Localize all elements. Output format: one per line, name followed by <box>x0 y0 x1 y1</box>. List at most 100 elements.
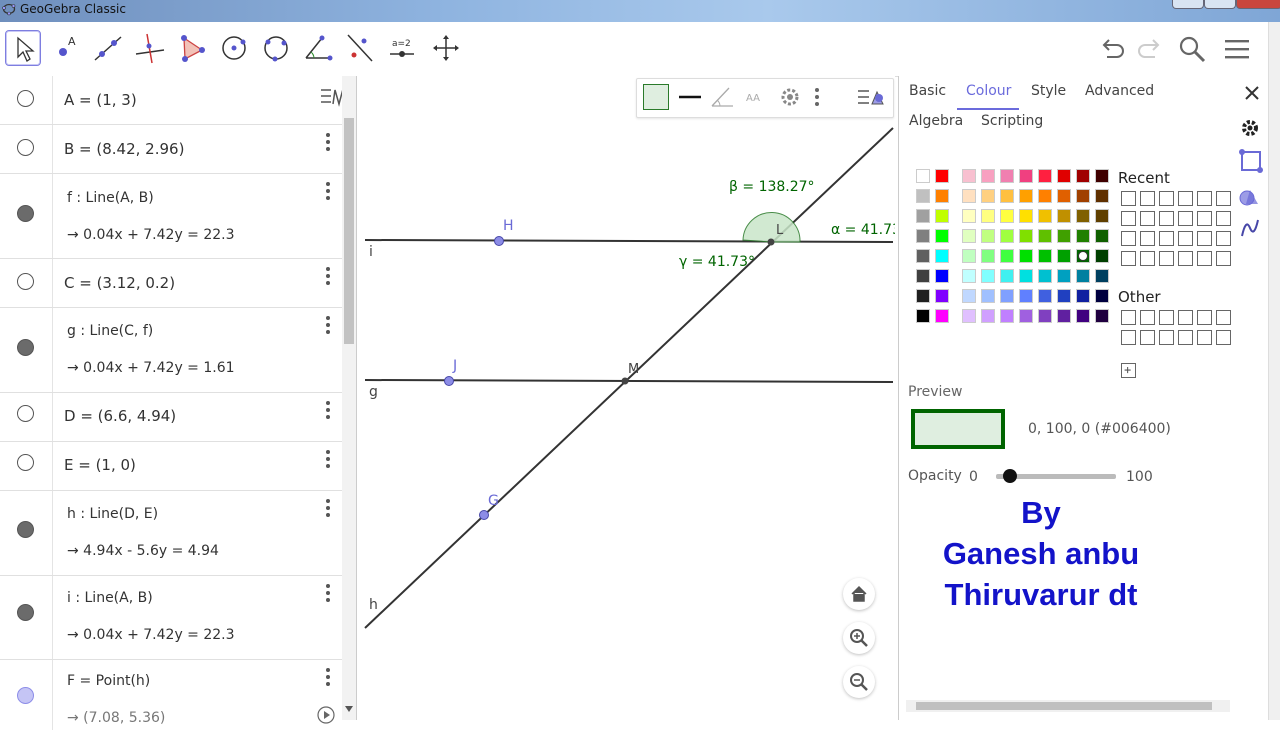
custom-colour-slot[interactable] <box>1159 251 1174 266</box>
row-menu-icon[interactable] <box>326 133 330 151</box>
opacity-slider-track[interactable] <box>996 469 1116 483</box>
properties-horizontal-scrollbar-thumb[interactable] <box>916 702 1212 710</box>
palette-cell[interactable] <box>1019 189 1033 203</box>
palette-cell[interactable] <box>1095 269 1109 283</box>
custom-colour-slot[interactable] <box>1197 251 1212 266</box>
palette-cell[interactable] <box>1019 289 1033 303</box>
algebra-row-C[interactable]: C = (3.12, 0.2) <box>0 259 342 308</box>
custom-colour-slot[interactable] <box>1159 191 1174 206</box>
palette-cell[interactable] <box>1000 169 1014 183</box>
custom-colour-slot[interactable] <box>1159 231 1174 246</box>
palette-cell[interactable] <box>981 189 995 203</box>
circle-three-points-tool-button[interactable] <box>258 30 294 66</box>
window-close-button[interactable] <box>1236 0 1280 9</box>
palette-cell[interactable] <box>1019 229 1033 243</box>
palette-cell[interactable] <box>916 189 930 203</box>
palette-cell[interactable] <box>1038 229 1052 243</box>
add-custom-colour-button[interactable] <box>1121 363 1136 378</box>
row-menu-icon[interactable] <box>326 316 330 334</box>
palette-cell[interactable] <box>935 289 949 303</box>
row-menu-icon[interactable] <box>326 182 330 200</box>
custom-colour-slot[interactable] <box>1216 251 1231 266</box>
palette-cell[interactable] <box>1038 169 1052 183</box>
algebra-row-i[interactable]: i : Line(A, B) → 0.04x + 7.42y = 22.3 <box>0 576 342 660</box>
palette-cell[interactable] <box>981 229 995 243</box>
algebra-row-h[interactable]: h : Line(D, E) → 4.94x - 5.6y = 4.94 <box>0 491 342 576</box>
palette-cell[interactable] <box>1095 289 1109 303</box>
palette-cell[interactable] <box>1000 289 1014 303</box>
row-menu-icon[interactable] <box>326 584 330 602</box>
visibility-toggle[interactable] <box>17 205 34 222</box>
custom-colour-slot[interactable] <box>1216 330 1231 345</box>
point-G[interactable] <box>479 510 489 520</box>
perpendicular-tool-button[interactable] <box>132 30 168 66</box>
custom-colour-slot[interactable] <box>1197 191 1212 206</box>
palette-cell[interactable] <box>1076 309 1090 323</box>
point-tool-button[interactable]: A <box>49 30 85 66</box>
palette-cell[interactable] <box>1095 209 1109 223</box>
visibility-toggle[interactable] <box>17 405 34 422</box>
row-menu-icon[interactable] <box>326 499 330 517</box>
point-L[interactable] <box>767 238 775 246</box>
palette-cell[interactable] <box>916 289 930 303</box>
palette-cell[interactable] <box>1019 309 1033 323</box>
zoom-in-button[interactable] <box>843 622 875 654</box>
visibility-toggle[interactable] <box>17 273 34 290</box>
point-J[interactable] <box>444 376 454 386</box>
palette-cell[interactable] <box>962 229 976 243</box>
line-tool-button[interactable] <box>90 30 126 66</box>
custom-colour-slot[interactable] <box>1140 191 1155 206</box>
algebra-row-g[interactable]: g : Line(C, f) → 0.04x + 7.42y = 1.61 <box>0 308 342 393</box>
custom-colour-slot[interactable] <box>1216 211 1231 226</box>
palette-cell[interactable] <box>935 309 949 323</box>
close-icon[interactable] <box>1243 84 1261 102</box>
zoom-out-button[interactable] <box>843 666 875 698</box>
palette-cell[interactable] <box>1095 309 1109 323</box>
palette-cell[interactable] <box>1057 289 1071 303</box>
palette-cell[interactable] <box>916 229 930 243</box>
custom-colour-slot[interactable] <box>1159 330 1174 345</box>
palette-cell[interactable] <box>1095 229 1109 243</box>
palette-cell[interactable] <box>962 189 976 203</box>
palette-cell[interactable] <box>935 169 949 183</box>
tab-basic[interactable]: Basic <box>909 83 946 99</box>
palette-cell[interactable] <box>1057 189 1071 203</box>
color-swatch-button[interactable] <box>641 82 671 112</box>
geometry-canvas[interactable]: H J G L M i g h β = 138.27° α = 41.73 γ … <box>357 76 895 720</box>
line-style-icon[interactable] <box>675 82 705 112</box>
palette-cell[interactable] <box>935 269 949 283</box>
palette-cell[interactable] <box>1076 169 1090 183</box>
gear-icon[interactable] <box>1238 116 1262 140</box>
algebra-row-A[interactable]: A = (1, 3) <box>0 76 342 125</box>
algebra-row-D[interactable]: D = (6.6, 4.94) <box>0 393 342 442</box>
custom-colour-slot[interactable] <box>1159 310 1174 325</box>
custom-colour-slot[interactable] <box>1178 310 1193 325</box>
graphics-object-icon[interactable] <box>1238 148 1264 174</box>
play-circle-icon[interactable] <box>316 705 336 725</box>
palette-cell[interactable] <box>1038 189 1052 203</box>
polygon-tool-button[interactable] <box>174 30 210 66</box>
custom-colour-slot[interactable] <box>1197 211 1212 226</box>
palette-cell[interactable] <box>962 249 976 263</box>
palette-cell[interactable] <box>1038 289 1052 303</box>
palette-cell[interactable] <box>1000 209 1014 223</box>
algebra-scrollbar-thumb[interactable] <box>344 118 354 344</box>
graphics-view[interactable]: H J G L M i g h β = 138.27° α = 41.73 γ … <box>356 76 895 720</box>
custom-colour-slot[interactable] <box>1121 251 1136 266</box>
palette-cell[interactable] <box>962 209 976 223</box>
line-i[interactable] <box>364 239 894 243</box>
custom-colour-slot[interactable] <box>1140 251 1155 266</box>
circle-center-tool-button[interactable] <box>216 30 252 66</box>
row-menu-icon[interactable] <box>326 668 330 686</box>
palette-cell[interactable] <box>1000 309 1014 323</box>
palette-cell[interactable] <box>1038 269 1052 283</box>
move-tool-button[interactable] <box>5 30 41 66</box>
window-maximize-button[interactable] <box>1204 0 1236 9</box>
function-icon[interactable] <box>1238 216 1262 240</box>
text-style-icon[interactable]: AA <box>741 82 771 112</box>
visibility-toggle[interactable] <box>17 521 34 538</box>
palette-cell[interactable] <box>916 269 930 283</box>
palette-cell[interactable] <box>981 249 995 263</box>
window-minimize-button[interactable] <box>1172 0 1204 9</box>
tab-advanced[interactable]: Advanced <box>1085 83 1154 99</box>
